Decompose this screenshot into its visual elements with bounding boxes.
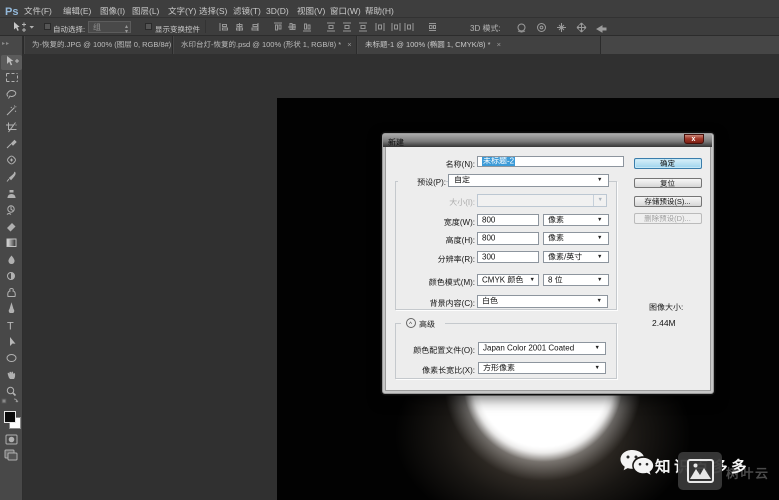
svg-text:T: T — [7, 321, 14, 333]
